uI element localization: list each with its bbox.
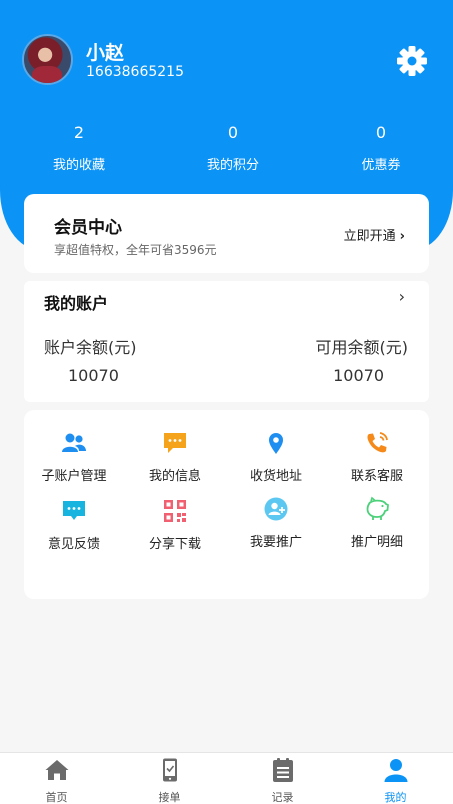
tab-label: 首页	[45, 791, 68, 804]
stat-value: 0	[375, 123, 387, 142]
tab-label: 我的	[384, 791, 407, 804]
tab-home[interactable]: 首页	[0, 757, 113, 804]
avatar[interactable]	[22, 34, 73, 85]
available-balance-value: 10070	[333, 366, 384, 385]
tool-feedback[interactable]: 意见反馈	[24, 498, 124, 552]
tools-grid: 子账户管理 我的信息 收货地址 联系客服 意见反馈 分享下载 我要推广 推广明细	[24, 410, 429, 599]
tool-label: 分享下载	[148, 537, 201, 552]
phone-number: 16638665215	[86, 64, 184, 80]
feedback-icon	[63, 501, 85, 520]
users-icon	[62, 433, 86, 452]
phone-icon	[367, 432, 388, 453]
qrcode-icon	[164, 500, 186, 522]
vip-description: 享超值特权，全年可省3596元	[54, 243, 217, 257]
username: 小赵	[86, 42, 125, 64]
tool-share-download[interactable]: 分享下载	[125, 498, 225, 552]
tool-label: 推广明细	[350, 535, 403, 550]
chevron-right-icon[interactable]: ›	[399, 287, 405, 306]
user-icon	[384, 759, 407, 782]
tool-address[interactable]: 收货地址	[226, 430, 326, 484]
stat-value: 2	[73, 123, 85, 142]
stat-value: 0	[227, 123, 239, 142]
stat-label: 我的积分	[206, 158, 259, 173]
chevron-right-icon: ›	[399, 229, 405, 244]
clipboard-icon	[272, 758, 293, 782]
vip-card[interactable]: 会员中心 享超值特权，全年可省3596元 立即开通 ›	[24, 194, 429, 273]
bottom-tab-bar: 首页 接单 记录 我的	[0, 752, 453, 804]
tool-my-info[interactable]: 我的信息	[125, 430, 225, 484]
stat-label: 优惠券	[361, 158, 401, 173]
balance-value: 10070	[68, 366, 119, 385]
message-icon	[164, 433, 186, 453]
tab-mine[interactable]: 我的	[339, 757, 452, 804]
tab-records[interactable]: 记录	[226, 757, 339, 804]
tool-label: 我要推广	[249, 535, 302, 550]
tool-promotion-details[interactable]: 推广明细	[327, 496, 427, 550]
stat-label: 我的收藏	[52, 158, 105, 173]
vip-title: 会员中心	[54, 218, 122, 238]
available-balance-label: 可用余额(元)	[315, 338, 409, 357]
tab-label: 接单	[158, 791, 181, 804]
mobile-icon	[162, 758, 177, 782]
tool-label: 意见反馈	[47, 537, 100, 552]
account-card[interactable]: 我的账户 › 账户余额(元) 10070 可用余额(元) 10070	[24, 281, 429, 402]
tool-label: 收货地址	[249, 469, 302, 484]
vip-open-button[interactable]: 立即开通 ›	[344, 225, 405, 244]
stat-points[interactable]: 0 我的积分	[178, 122, 288, 173]
account-title: 我的账户	[44, 294, 109, 313]
tab-orders[interactable]: 接单	[113, 757, 226, 804]
tool-label: 联系客服	[350, 469, 403, 484]
stat-coupons[interactable]: 0 优惠券	[326, 122, 436, 173]
add-user-icon	[264, 497, 288, 521]
location-icon	[269, 433, 283, 454]
stat-favorites[interactable]: 2 我的收藏	[24, 122, 134, 173]
tool-customer-service[interactable]: 联系客服	[327, 430, 427, 484]
piggy-bank-icon	[366, 496, 389, 520]
tool-sub-accounts[interactable]: 子账户管理	[24, 430, 124, 484]
tool-promote[interactable]: 我要推广	[226, 496, 326, 550]
balance-label: 账户余额(元)	[44, 338, 137, 357]
gear-icon[interactable]	[396, 45, 428, 77]
tool-label: 子账户管理	[41, 469, 107, 484]
tool-label: 我的信息	[148, 469, 201, 484]
vip-open-label: 立即开通	[343, 229, 396, 244]
tab-label: 记录	[271, 791, 294, 804]
home-icon	[45, 760, 68, 780]
